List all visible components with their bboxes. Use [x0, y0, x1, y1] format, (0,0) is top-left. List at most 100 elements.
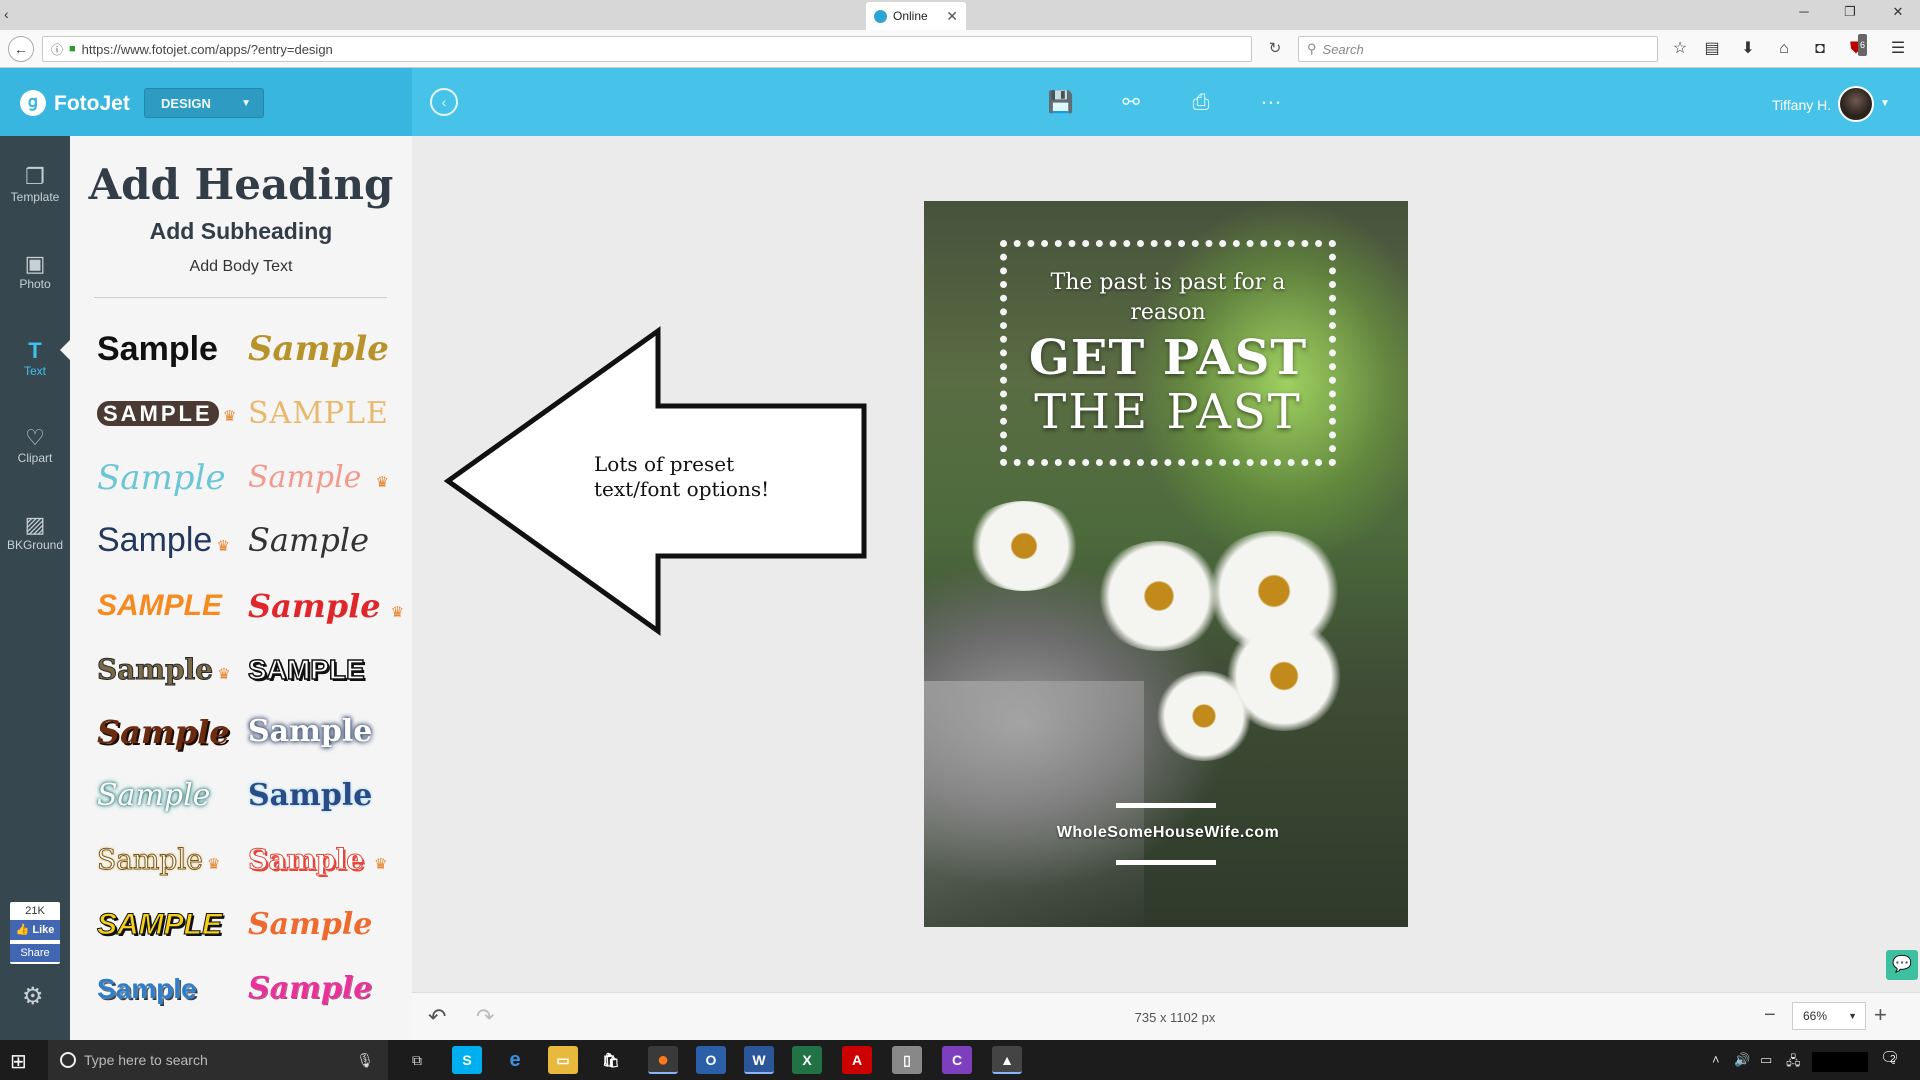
taskbar-search-input[interactable]: Type here to search 🎙 — [48, 1040, 388, 1080]
acrobat-icon[interactable]: A — [842, 1046, 872, 1074]
microphone-icon[interactable]: 🎙 — [356, 1052, 374, 1069]
font-sample[interactable]: Sample — [248, 971, 372, 1006]
font-sample[interactable]: Sample — [97, 778, 210, 813]
photos-icon[interactable]: ▲ — [992, 1046, 1022, 1074]
chat-icon[interactable]: 💬 — [1886, 950, 1918, 980]
windows-start-icon[interactable]: ⊞ — [10, 1049, 27, 1074]
poster-quote-line[interactable]: The past is past for a reason — [1010, 268, 1326, 328]
font-sample[interactable]: Sample — [96, 653, 213, 687]
tablet-app-icon[interactable]: ▯ — [892, 1046, 922, 1074]
zoom-in-icon[interactable]: + — [1874, 1002, 1887, 1028]
mode-dropdown[interactable]: DESIGN ▼ — [144, 88, 264, 118]
poster-heading-2[interactable]: THE PAST — [1000, 384, 1336, 440]
wood-plank — [924, 681, 1144, 927]
notification-icon[interactable]: 🗨 2 — [1880, 1048, 1900, 1068]
rail-item-bkground[interactable]: ▨ BKGround — [0, 498, 70, 568]
chevron-down-icon: ▼ — [241, 97, 251, 109]
zoom-select[interactable]: 66% ▼ — [1792, 1002, 1866, 1030]
more-options-icon[interactable]: ⋯ — [1256, 88, 1286, 118]
font-sample[interactable]: Sample — [248, 587, 381, 625]
font-sample[interactable]: Sample — [248, 778, 372, 813]
reading-list-icon[interactable]: ▤ — [1700, 38, 1724, 60]
restore-icon[interactable]: ❐ — [1838, 4, 1862, 20]
url-bar[interactable]: ⓘ ■ https://www.fotojet.com/apps/?entry=… — [42, 36, 1252, 62]
network-icon[interactable]: 🖧 — [1786, 1052, 1801, 1074]
rail-item-photo[interactable]: ▣ Photo — [0, 237, 70, 307]
pocket-icon[interactable]: ◘ — [1808, 38, 1832, 60]
file-explorer-icon[interactable]: ▭ — [548, 1046, 578, 1074]
premium-crown-icon: ♛ — [212, 538, 230, 555]
font-sample[interactable]: Sample — [248, 521, 369, 559]
download-icon[interactable]: ⬇ — [1736, 38, 1760, 60]
poster-quote-line-1: The past is past for a — [1050, 270, 1286, 295]
tray-chevron-icon[interactable]: ˄ — [1712, 1052, 1720, 1067]
avatar[interactable] — [1838, 86, 1874, 122]
battery-icon[interactable]: ▭ — [1760, 1052, 1772, 1068]
word-icon[interactable]: W — [744, 1046, 774, 1074]
premium-crown-icon: ♛ — [218, 408, 237, 425]
font-sample[interactable]: Sample — [97, 521, 212, 559]
font-sample[interactable]: Sample — [248, 460, 361, 495]
bookmark-star-icon[interactable]: ☆ — [1668, 38, 1692, 60]
settings-gear-icon[interactable]: ⚙ — [22, 982, 44, 1011]
excel-icon[interactable]: X — [792, 1046, 822, 1074]
rail-item-template[interactable]: ❐ Template — [0, 150, 70, 220]
fotojet-logo-icon: ց — [20, 90, 46, 116]
font-sample[interactable]: SAMPLE — [96, 908, 222, 942]
task-view-icon[interactable]: ⧉ — [402, 1046, 432, 1074]
collapse-panel-icon[interactable]: ‹ — [430, 88, 458, 116]
redo-icon[interactable]: ↷ — [476, 1004, 494, 1030]
browser-tab-online[interactable]: Online ✕ — [866, 2, 966, 30]
outlook-icon[interactable]: O — [696, 1046, 726, 1074]
tab-close-icon[interactable]: ✕ — [946, 8, 958, 25]
ublock-icon[interactable]: ⛊ 6 — [1844, 34, 1868, 60]
home-icon[interactable]: ⌂ — [1772, 38, 1796, 60]
rail-item-label: Photo — [19, 277, 51, 291]
poster-site-url[interactable]: WholeSomeHouseWife.com — [1000, 824, 1336, 842]
font-sample[interactable]: Sample — [248, 329, 389, 369]
font-sample[interactable]: Sample — [97, 973, 197, 1004]
window-close-icon[interactable]: ✕ — [1886, 4, 1910, 20]
font-sample[interactable]: SAMPLE — [247, 653, 365, 686]
fb-like-button[interactable]: 👍 Like — [10, 920, 60, 940]
zoom-out-icon[interactable]: − — [1764, 1004, 1776, 1027]
browser-search-input[interactable]: ⚲ Search — [1298, 36, 1658, 62]
back-arrow-icon[interactable]: ← — [8, 36, 34, 62]
store-icon[interactable]: 🛍 — [596, 1046, 626, 1074]
premium-crown-icon: ♛ — [374, 856, 388, 873]
font-sample[interactable]: Sample — [97, 843, 204, 877]
media-app-icon[interactable]: C — [942, 1046, 972, 1074]
poster-heading-1[interactable]: GET PAST — [1000, 330, 1336, 386]
edge-icon[interactable]: e — [500, 1046, 530, 1074]
font-sample[interactable]: SAMPLE — [97, 401, 219, 426]
save-icon[interactable]: 💾 — [1046, 88, 1076, 118]
add-body-text-button[interactable]: Add Body Text — [70, 258, 412, 276]
rail-item-clipart[interactable]: ♡ Clipart — [0, 411, 70, 481]
print-icon[interactable]: ⎙ — [1186, 88, 1216, 118]
skype-icon[interactable]: S — [452, 1046, 482, 1074]
add-subheading-button[interactable]: Add Subheading — [70, 218, 412, 245]
font-sample[interactable]: Sample — [97, 713, 230, 751]
add-heading-button[interactable]: Add Heading — [70, 160, 412, 209]
font-sample[interactable]: Sample — [248, 907, 372, 942]
volume-icon[interactable]: 🔊 — [1734, 1052, 1750, 1068]
firefox-icon[interactable]: ● — [648, 1046, 678, 1074]
search-placeholder: Search — [1322, 41, 1364, 57]
font-sample[interactable]: Sample — [97, 330, 218, 368]
minimize-icon[interactable]: ─ — [1792, 4, 1816, 19]
font-sample[interactable]: Sample — [97, 458, 226, 498]
font-sample[interactable]: SAMPLE — [248, 396, 389, 431]
font-sample[interactable]: SAMPLE — [97, 589, 222, 622]
user-menu-chevron-icon[interactable]: ▼ — [1880, 98, 1890, 109]
hamburger-menu-icon[interactable]: ☰ — [1886, 38, 1910, 60]
tab-scroll-left-icon[interactable]: ‹ — [4, 6, 9, 22]
undo-icon[interactable]: ↶ — [428, 1004, 446, 1030]
font-sample[interactable]: Sample — [248, 714, 372, 749]
info-icon[interactable]: ⓘ — [51, 41, 63, 58]
font-sample[interactable]: Sample — [247, 843, 364, 877]
clock-area[interactable] — [1812, 1052, 1868, 1072]
user-name[interactable]: Tiffany H. — [1772, 97, 1831, 113]
share-icon[interactable]: ⚯ — [1116, 88, 1146, 118]
fb-share-button[interactable]: Share — [10, 944, 60, 962]
reload-icon[interactable]: ↻ — [1262, 37, 1288, 61]
